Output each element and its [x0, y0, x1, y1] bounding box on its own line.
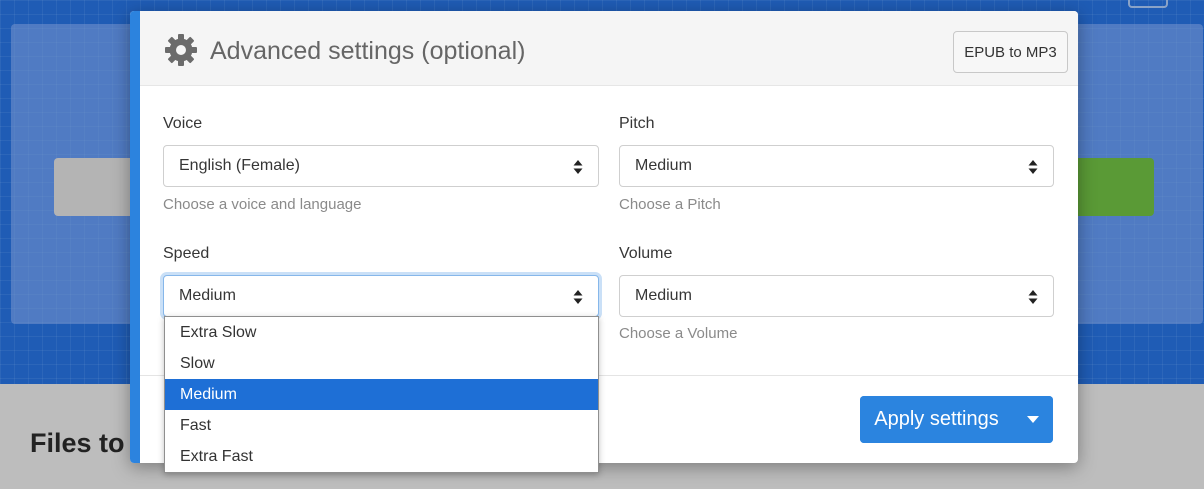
speed-option-medium[interactable]: Medium [165, 379, 598, 410]
volume-help: Choose a Volume [619, 325, 738, 342]
speed-label: Speed [163, 245, 210, 262]
speed-option-fast[interactable]: Fast [165, 410, 598, 441]
sort-arrows-icon [1028, 290, 1038, 304]
apply-settings-button-group: Apply settings [860, 396, 1053, 443]
sort-arrows-icon [573, 160, 583, 174]
edit-icon [1128, 0, 1168, 8]
voice-label: Voice [163, 115, 203, 132]
sort-arrows-icon [1028, 160, 1038, 174]
volume-label: Volume [619, 245, 673, 262]
apply-settings-button[interactable]: Apply settings [860, 396, 1013, 443]
files-heading: Files to [30, 428, 125, 458]
caret-down-icon [1027, 416, 1039, 423]
modal-accent-bar [130, 11, 140, 463]
epub-to-mp3-button[interactable]: EPUB to MP3 [953, 31, 1068, 73]
modal-title: Advanced settings (optional) [210, 37, 526, 65]
sort-arrows-icon [573, 290, 583, 304]
pitch-help: Choose a Pitch [619, 196, 721, 213]
volume-select[interactable]: Medium [619, 275, 1054, 317]
apply-settings-dropdown-toggle[interactable] [1013, 396, 1053, 443]
gear-icon [165, 34, 197, 66]
modal-header: Advanced settings (optional) EPUB to MP3 [140, 11, 1078, 86]
speed-dropdown-list: Extra Slow Slow Medium Fast Extra Fast [164, 316, 599, 473]
speed-option-extra-slow[interactable]: Extra Slow [165, 317, 598, 348]
voice-select[interactable]: English (Female) [163, 145, 599, 187]
speed-select-value: Medium [179, 287, 236, 304]
pitch-select-value: Medium [635, 157, 692, 174]
pitch-label: Pitch [619, 115, 655, 132]
voice-help: Choose a voice and language [163, 196, 362, 213]
pitch-select[interactable]: Medium [619, 145, 1054, 187]
speed-option-slow[interactable]: Slow [165, 348, 598, 379]
speed-option-extra-fast[interactable]: Extra Fast [165, 441, 598, 472]
volume-select-value: Medium [635, 287, 692, 304]
voice-select-value: English (Female) [179, 157, 300, 174]
speed-select[interactable]: Medium [163, 275, 599, 317]
